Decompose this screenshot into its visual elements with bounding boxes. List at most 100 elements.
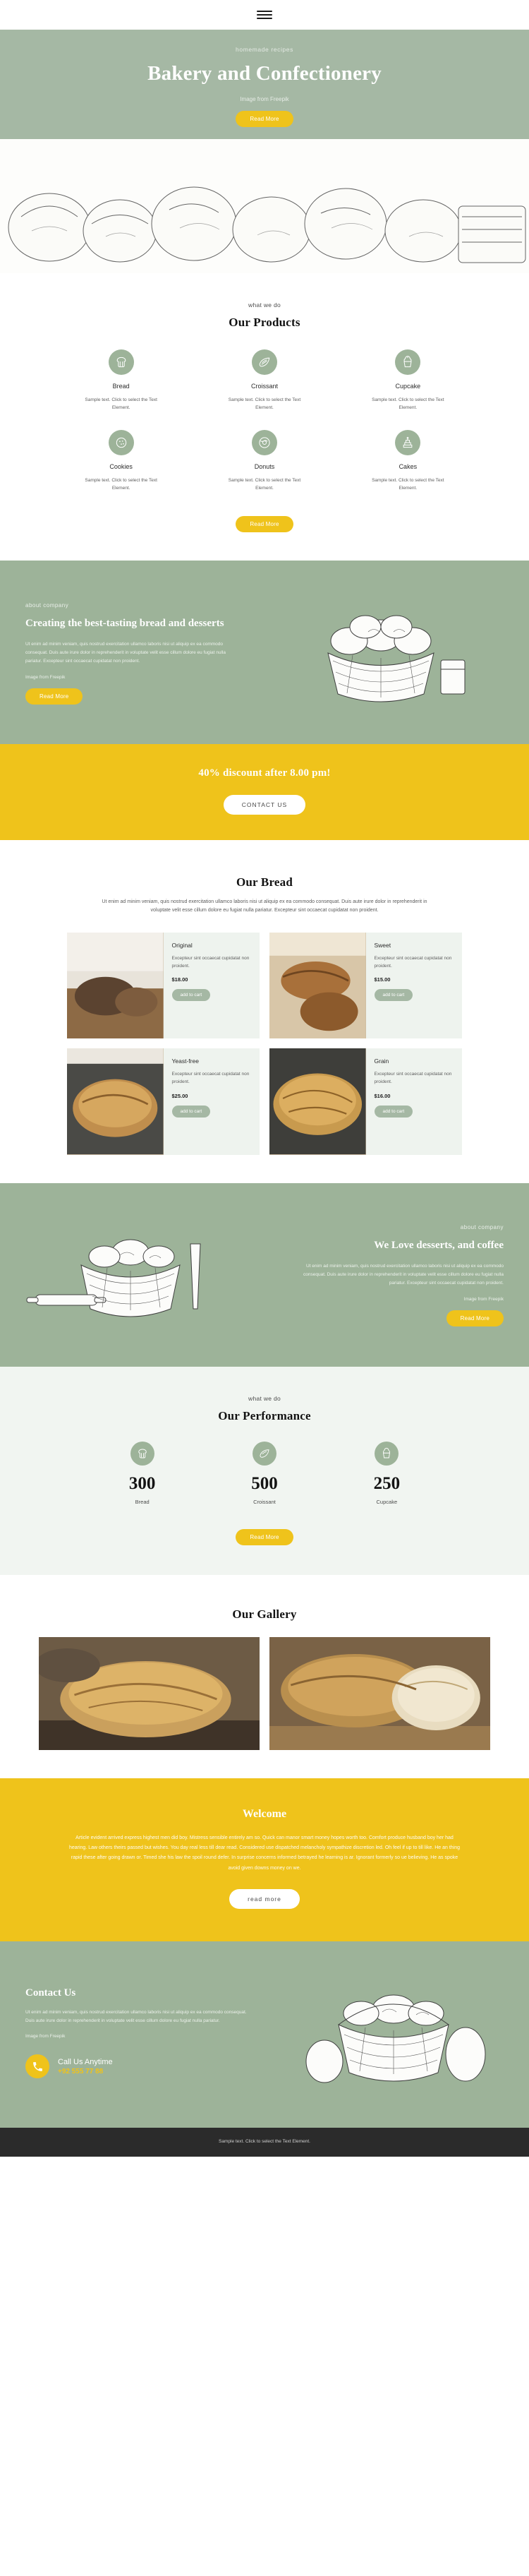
cupcake-icon [375,1441,399,1466]
performance-title: Our Performance [218,1408,311,1422]
contact-us-button[interactable]: CONTACT US [223,795,306,815]
desserts-body: Ut enim ad minim veniam, quis nostrud ex… [303,1264,504,1286]
hero-image-credit: Image from Freepik [240,96,289,102]
bread-card[interactable]: Grain Excepteur sint occaecat cupidatat … [269,1048,462,1155]
about-body: Ut enim ad minim veniam, quis nostrud ex… [25,641,226,664]
hamburger-menu-icon[interactable] [257,11,272,19]
bread-photo [269,933,366,1039]
contact-title: Contact Us [25,1987,76,1999]
product-name: Cupcake [395,383,421,390]
product-name: Donuts [254,463,275,471]
croissant-icon [252,1441,276,1466]
performance-value: 500 [251,1473,278,1493]
product-card[interactable]: Donuts Sample text. Click to select the … [196,430,332,492]
add-to-cart-button[interactable]: add to cart [374,1105,413,1118]
about-read-more-button[interactable]: Read More [25,688,83,705]
products-title: Our Products [229,316,300,329]
bread-price: $16.00 [374,1092,391,1099]
product-desc: Sample text. Click to select the Text El… [85,397,157,411]
performance-stat: 250 Cupcake [326,1441,448,1505]
performance-value: 300 [128,1473,156,1493]
contact-image-credit: Image from Freepik [25,2034,66,2039]
product-card[interactable]: Cupcake Sample text. Click to select the… [340,349,476,412]
product-name: Cakes [399,463,418,471]
bread-name: Grain [374,1058,389,1065]
bread-card[interactable]: Yeast-free Excepteur sint occaecat cupid… [67,1048,260,1155]
product-card[interactable]: Croissant Sample text. Click to select t… [196,349,332,412]
products-read-more-button[interactable]: Read More [236,516,293,533]
product-card[interactable]: Bread Sample text. Click to select the T… [53,349,189,412]
gallery-image-croissant[interactable] [39,1636,260,1750]
page-title: Bakery and Confectionery [147,62,382,85]
product-name: Croissant [250,383,278,390]
gallery-section: Our Gallery [0,1574,529,1778]
desserts-section: about company We Love desserts, and coff… [0,1182,529,1367]
our-bread-section: Our Bread Ut enim ad minim veniam, quis … [0,840,529,1183]
product-desc: Sample text. Click to select the Text El… [228,397,301,411]
bread-title: Our Bread [236,875,293,889]
hero-section: homemade recipes Bakery and Confectioner… [0,30,529,273]
welcome-read-more-button[interactable]: read more [229,1888,300,1909]
welcome-body: Article evident arrived express highest … [68,1835,461,1871]
performance-section: what we do Our Performance 300 Bread 500… [0,1366,529,1575]
performance-eyebrow: what we do [248,1394,281,1402]
footer-text: Sample text. Click to select the Text El… [219,2138,310,2144]
cupcake-icon [395,349,421,375]
gallery-image-sliced-bread[interactable] [269,1636,490,1750]
bakery-basket-illustration [247,1970,529,2097]
product-card[interactable]: Cookies Sample text. Click to select the… [53,430,189,492]
add-to-cart-button[interactable]: add to cart [171,989,211,1002]
bread-subtitle: Ut enim ad minim veniam, quis nostrud ex… [102,899,427,913]
cake-icon [395,430,421,456]
performance-read-more-button[interactable]: Read More [236,1528,293,1545]
bread-card[interactable]: Sweet Excepteur sint occaecat cupidatat … [269,933,462,1039]
cookies-icon [108,430,134,456]
hero-eyebrow: homemade recipes [236,46,293,53]
desserts-read-more-button[interactable]: Read More [446,1310,504,1327]
performance-stat: 300 Bread [81,1441,203,1505]
hero-bakery-illustration [0,139,529,273]
product-desc: Sample text. Click to select the Text El… [85,478,157,491]
performance-label: Bread [135,1498,150,1505]
phone-number[interactable]: +92 555 77 88 [58,2068,113,2075]
performance-stat: 500 Croissant [203,1441,325,1505]
discount-headline: 40% discount after 8.00 pm! [198,767,331,779]
hero-read-more-button[interactable]: Read More [236,111,293,127]
product-desc: Sample text. Click to select the Text El… [372,397,444,411]
call-us-row[interactable]: Call Us Anytime +92 555 77 88 [25,2054,247,2079]
gallery-grid [39,1636,490,1750]
discount-banner: 40% discount after 8.00 pm! CONTACT US [0,744,529,841]
bread-icon [130,1441,154,1466]
about-image-credit: Image from Freepik [25,674,66,680]
bread-photo [67,933,164,1039]
products-section: what we do Our Products Bread Sample tex… [0,273,529,561]
product-name: Bread [112,383,130,390]
add-to-cart-button[interactable]: add to cart [171,1105,211,1118]
bread-photo [269,1048,366,1155]
performance-grid: 300 Bread 500 Croissant 250 Cupcake [81,1441,448,1505]
phone-icon [25,2054,49,2079]
welcome-title: Welcome [242,1807,287,1820]
about-company-section: about company Creating the best-tasting … [0,561,529,745]
performance-label: Croissant [253,1498,276,1505]
products-grid: Bread Sample text. Click to select the T… [53,349,476,492]
bread-card[interactable]: Original Excepteur sint occaecat cupidat… [67,933,260,1039]
gallery-title: Our Gallery [232,1607,297,1621]
bread-photo [67,1048,164,1155]
welcome-section: Welcome Article evident arrived express … [0,1778,529,1941]
donut-icon [251,430,277,456]
bread-grid: Original Excepteur sint occaecat cupidat… [67,933,462,1155]
add-to-cart-button[interactable]: add to cart [374,989,413,1002]
basket-rolling-pin-illustration [0,1216,296,1336]
top-bar [0,0,529,30]
page-root: homemade recipes Bakery and Confectioner… [0,0,529,2157]
bread-price: $18.00 [171,976,188,983]
contact-body: Ut enim ad minim veniam, quis nostrud ex… [25,2010,247,2024]
croissant-icon [251,349,277,375]
contact-section: Contact Us Ut enim ad minim veniam, quis… [0,1941,529,2128]
product-desc: Sample text. Click to select the Text El… [372,478,444,491]
product-card[interactable]: Cakes Sample text. Click to select the T… [340,430,476,492]
bread-price: $25.00 [171,1092,188,1099]
desserts-image-credit: Image from Freepik [463,1297,504,1302]
bread-desc: Excepteur sint occaecat cupidatat non pr… [374,1072,452,1085]
